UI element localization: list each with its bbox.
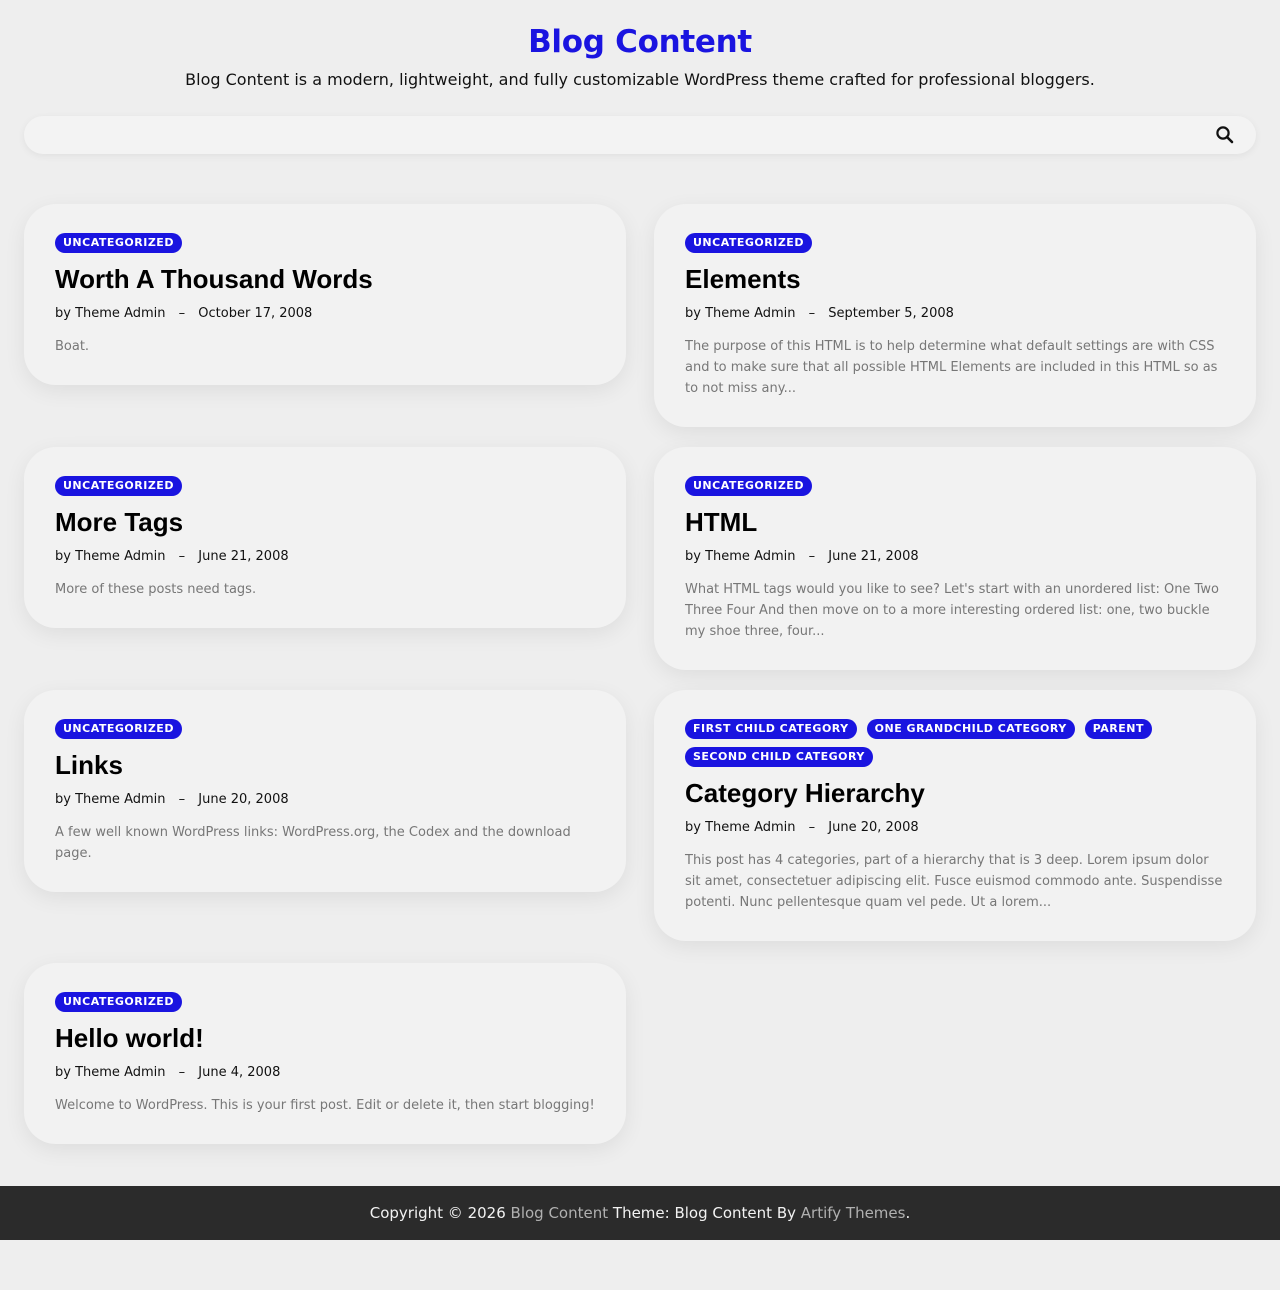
post-categories: FIRST CHILD CATEGORY ONE GRANDCHILD CATE… — [685, 719, 1225, 767]
post-card: UNCATEGORIZED HTML by Theme Admin – June… — [654, 447, 1256, 670]
post-categories: UNCATEGORIZED — [55, 476, 595, 496]
category-badge[interactable]: UNCATEGORIZED — [55, 992, 182, 1012]
meta-separator: – — [808, 549, 816, 564]
post-author[interactable]: Theme Admin — [705, 820, 795, 835]
category-badge[interactable]: PARENT — [1084, 719, 1152, 739]
post-date[interactable]: June 20, 2008 — [198, 792, 288, 807]
post-meta: by Theme Admin – September 5, 2008 — [685, 306, 1225, 322]
post-title[interactable]: More Tags — [55, 507, 595, 537]
post-excerpt: Boat. — [55, 339, 90, 354]
byline-prefix: by — [55, 306, 71, 321]
site-title[interactable]: Blog Content — [0, 22, 1280, 62]
category-badge[interactable]: SECOND CHILD CATEGORY — [685, 747, 873, 767]
category-badge[interactable]: UNCATEGORIZED — [55, 233, 182, 253]
category-badge[interactable]: ONE GRANDCHILD CATEGORY — [866, 719, 1075, 739]
category-badge[interactable]: FIRST CHILD CATEGORY — [685, 719, 857, 739]
post-categories: UNCATEGORIZED — [55, 233, 595, 253]
post-card: UNCATEGORIZED Worth A Thousand Words by … — [24, 204, 626, 385]
post-meta: by Theme Admin – June 20, 2008 — [55, 792, 595, 808]
post-date[interactable]: June 20, 2008 — [828, 820, 918, 835]
search-icon — [1216, 126, 1234, 144]
post-title[interactable]: Hello world! — [55, 1023, 595, 1053]
footer-theme-text: Theme: Blog Content By — [612, 1204, 796, 1222]
footer-author-link[interactable]: Artify Themes — [801, 1204, 906, 1222]
post-categories: UNCATEGORIZED — [55, 992, 595, 1012]
post-categories: UNCATEGORIZED — [55, 719, 595, 739]
post-excerpt: This post has 4 categories, part of a hi… — [685, 853, 1223, 910]
post-date[interactable]: September 5, 2008 — [828, 306, 954, 321]
post-title[interactable]: Worth A Thousand Words — [55, 264, 595, 294]
post-author[interactable]: Theme Admin — [705, 549, 795, 564]
post-categories: UNCATEGORIZED — [685, 476, 1225, 496]
post-date[interactable]: June 4, 2008 — [198, 1065, 280, 1080]
footer-site-link[interactable]: Blog Content — [511, 1204, 609, 1222]
site-description: Blog Content is a modern, lightweight, a… — [185, 70, 1095, 89]
post-card: UNCATEGORIZED Links by Theme Admin – Jun… — [24, 690, 626, 892]
meta-separator: – — [178, 306, 186, 321]
post-author[interactable]: Theme Admin — [75, 549, 165, 564]
byline-prefix: by — [685, 820, 701, 835]
byline-prefix: by — [55, 1065, 71, 1080]
post-excerpt: Welcome to WordPress. This is your first… — [55, 1098, 595, 1113]
post-meta: by Theme Admin – June 21, 2008 — [55, 549, 595, 565]
post-date[interactable]: October 17, 2008 — [198, 306, 312, 321]
post-author[interactable]: Theme Admin — [75, 1065, 165, 1080]
category-badge[interactable]: UNCATEGORIZED — [685, 476, 812, 496]
category-badge[interactable]: UNCATEGORIZED — [55, 719, 182, 739]
post-author[interactable]: Theme Admin — [75, 792, 165, 807]
post-card: FIRST CHILD CATEGORY ONE GRANDCHILD CATE… — [654, 690, 1256, 941]
post-title[interactable]: HTML — [685, 507, 1225, 537]
post-excerpt: A few well known WordPress links: WordPr… — [55, 825, 571, 861]
post-author[interactable]: Theme Admin — [705, 306, 795, 321]
footer-copyright: Copyright © 2026 — [369, 1204, 506, 1222]
post-date[interactable]: June 21, 2008 — [828, 549, 918, 564]
meta-separator: – — [808, 820, 816, 835]
post-date[interactable]: June 21, 2008 — [198, 549, 288, 564]
byline-prefix: by — [55, 792, 71, 807]
category-badge[interactable]: UNCATEGORIZED — [55, 476, 182, 496]
post-author[interactable]: Theme Admin — [75, 306, 165, 321]
search-bar — [24, 116, 1256, 154]
byline-prefix: by — [685, 549, 701, 564]
byline-prefix: by — [685, 306, 701, 321]
site-footer: Copyright © 2026 Blog Content Theme: Blo… — [0, 1186, 1280, 1240]
meta-separator: – — [178, 549, 186, 564]
meta-separator: – — [178, 792, 186, 807]
post-title[interactable]: Links — [55, 750, 595, 780]
post-meta: by Theme Admin – June 4, 2008 — [55, 1065, 595, 1081]
search-input[interactable] — [24, 116, 1184, 154]
meta-separator: – — [178, 1065, 186, 1080]
post-excerpt: More of these posts need tags. — [55, 582, 257, 597]
post-meta: by Theme Admin – June 20, 2008 — [685, 820, 1225, 836]
post-card: UNCATEGORIZED Elements by Theme Admin – … — [654, 204, 1256, 427]
post-excerpt: The purpose of this HTML is to help dete… — [685, 339, 1218, 396]
site-header: Blog Content Blog Content is a modern, l… — [0, 0, 1280, 90]
search-button[interactable] — [1214, 124, 1236, 146]
post-meta: by Theme Admin – June 21, 2008 — [685, 549, 1225, 565]
category-badge[interactable]: UNCATEGORIZED — [685, 233, 812, 253]
meta-separator: – — [808, 306, 816, 321]
post-excerpt: What HTML tags would you like to see? Le… — [685, 582, 1219, 639]
footer-period: . — [905, 1204, 911, 1222]
byline-prefix: by — [55, 549, 71, 564]
post-categories: UNCATEGORIZED — [685, 233, 1225, 253]
post-title[interactable]: Elements — [685, 264, 1225, 294]
post-card: UNCATEGORIZED More Tags by Theme Admin –… — [24, 447, 626, 628]
post-meta: by Theme Admin – October 17, 2008 — [55, 306, 595, 322]
post-title[interactable]: Category Hierarchy — [685, 778, 1225, 808]
post-card: UNCATEGORIZED Hello world! by Theme Admi… — [24, 963, 626, 1144]
